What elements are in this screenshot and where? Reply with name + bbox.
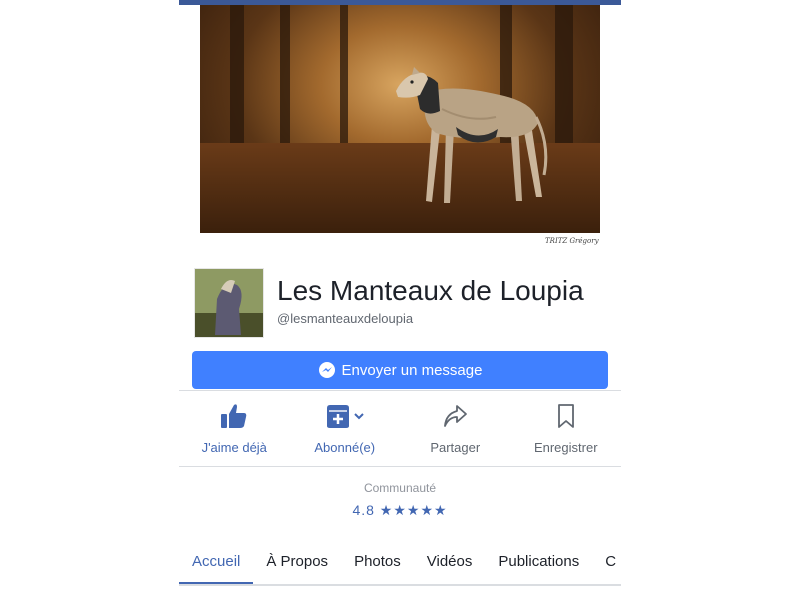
tabs-divider xyxy=(179,584,621,586)
tab-more[interactable]: C xyxy=(592,548,621,584)
share-icon xyxy=(444,405,468,427)
cover-photo[interactable] xyxy=(200,5,600,233)
page-username: @lesmanteauxdeloupia xyxy=(277,311,414,326)
follow-button[interactable]: Abonné(e) xyxy=(290,398,401,464)
send-message-label: Envoyer un message xyxy=(341,361,483,379)
community-rating[interactable]: 4.8 ★★★★★ xyxy=(179,502,621,519)
community-label: Communauté xyxy=(363,481,437,495)
divider xyxy=(179,466,621,467)
bookmark-icon xyxy=(557,404,574,428)
tab-videos[interactable]: Vidéos xyxy=(414,548,486,584)
save-button[interactable]: Enregistrer xyxy=(511,398,622,464)
page-title: Les Manteaux de Loupia xyxy=(277,275,584,306)
profile-dog-image xyxy=(195,269,263,337)
profile-picture[interactable] xyxy=(194,268,264,338)
rating-stars-icon: ★★★★★ xyxy=(379,502,448,518)
thumbs-up-icon xyxy=(221,404,247,428)
messenger-icon xyxy=(318,362,335,378)
photo-credit: TRITZ Grégory xyxy=(545,237,599,245)
like-button[interactable]: J'aime déjà xyxy=(179,398,290,464)
divider xyxy=(179,390,621,391)
send-message-button[interactable]: Envoyer un message xyxy=(192,351,608,389)
chevron-down-icon xyxy=(354,413,364,420)
tab-photos[interactable]: Photos xyxy=(341,548,414,584)
tab-home[interactable]: Accueil xyxy=(179,548,254,584)
action-bar: J'aime déjà Abonné(e) Partager Enregistr… xyxy=(179,398,621,464)
save-label: Enregistrer xyxy=(533,440,598,455)
page-tabs: Accueil À Propos Photos Vidéos Publicati… xyxy=(179,548,621,584)
tab-about[interactable]: À Propos xyxy=(253,548,341,584)
follow-inbox-icon xyxy=(326,405,364,428)
follow-label: Abonné(e) xyxy=(314,440,376,455)
tab-posts[interactable]: Publications xyxy=(485,548,592,584)
facebook-page-screen: TRITZ Grégory Les Manteaux de Loupia @le… xyxy=(179,0,621,600)
share-label: Partager xyxy=(430,440,481,455)
like-label: J'aime déjà xyxy=(201,440,267,455)
rating-value: 4.8 xyxy=(352,502,375,518)
dog-in-coat-image xyxy=(396,67,548,203)
share-button[interactable]: Partager xyxy=(400,398,511,464)
